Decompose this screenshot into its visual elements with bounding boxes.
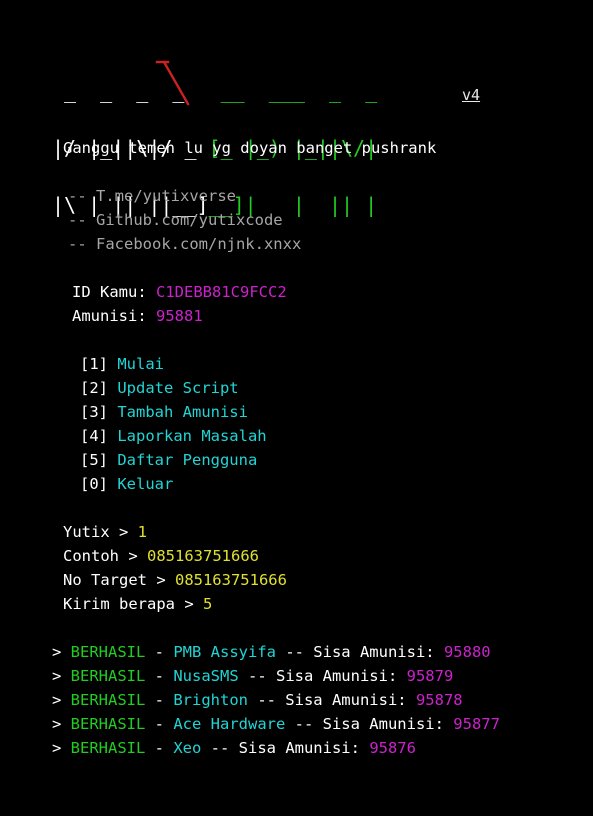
menu-item-key: [4] bbox=[80, 427, 118, 445]
banner-row-1-green: __ ___ _ _ bbox=[208, 79, 390, 103]
menu-item-key: [3] bbox=[80, 403, 118, 421]
result-bullet: > bbox=[52, 715, 71, 733]
ammo-label: Amunisi: bbox=[72, 307, 156, 325]
user-info-block: ID Kamu: C1DEBB81C9FCC2 Amunisi: 95881 bbox=[72, 280, 287, 328]
result-suffix: -- Sisa Amunisi: bbox=[201, 739, 370, 757]
result-row: > BERHASIL - Brighton -- Sisa Amunisi: 9… bbox=[52, 688, 500, 712]
result-remaining-ammo: 95877 bbox=[453, 715, 500, 733]
ammo-row: Amunisi: 95881 bbox=[72, 304, 287, 328]
result-row: > BERHASIL - NusaSMS -- Sisa Amunisi: 95… bbox=[52, 664, 500, 688]
menu-item-key: [5] bbox=[80, 451, 118, 469]
menu-item-keluar[interactable]: [0] Keluar bbox=[80, 472, 267, 496]
link-telegram[interactable]: -- T.me/yutixverse bbox=[68, 184, 301, 208]
result-service-name: NusaSMS bbox=[173, 667, 239, 685]
menu-item-label: Daftar Pengguna bbox=[117, 451, 258, 469]
result-suffix: -- Sisa Amunisi: bbox=[275, 643, 444, 661]
user-id-row: ID Kamu: C1DEBB81C9FCC2 bbox=[72, 280, 287, 304]
results-log: > BERHASIL - PMB Assyifa -- Sisa Amunisi… bbox=[52, 640, 500, 760]
prompt-label: Kirim berapa > bbox=[63, 595, 203, 613]
result-bullet: > bbox=[52, 643, 71, 661]
link-facebook[interactable]: -- Facebook.com/njnk.xnxx bbox=[68, 232, 301, 256]
menu-item-daftar-pengguna[interactable]: [5] Daftar Pengguna bbox=[80, 448, 267, 472]
prompt-value[interactable]: 5 bbox=[203, 595, 212, 613]
result-remaining-ammo: 95876 bbox=[369, 739, 416, 757]
result-separator: - bbox=[145, 667, 174, 685]
menu-item-key: [1] bbox=[80, 355, 118, 373]
prompt-kirim-berapa[interactable]: Kirim berapa > 5 bbox=[63, 592, 287, 616]
result-status: BERHASIL bbox=[70, 739, 146, 757]
terminal-screen: _ _ _ _ __ ___ _ _ |/ |_||\|/ _ [_ |_) |… bbox=[0, 0, 593, 816]
result-suffix: -- Sisa Amunisi: bbox=[238, 667, 407, 685]
main-menu: [1] Mulai [2] Update Script [3] Tambah A… bbox=[80, 352, 267, 496]
link-github[interactable]: -- Github.com/yutixcode bbox=[68, 208, 301, 232]
link-url[interactable]: Facebook.com/njnk.xnxx bbox=[96, 235, 301, 253]
user-id-label: ID Kamu: bbox=[72, 283, 156, 301]
banner-row-1: _ _ _ _ __ ___ _ _ bbox=[52, 79, 390, 103]
result-service-name: Xeo bbox=[173, 739, 202, 757]
result-service-name: Ace Hardware bbox=[173, 715, 286, 733]
tagline: Ganggu temen lu yg doyan banget pushrank bbox=[63, 139, 437, 157]
prompt-label: Yutix > bbox=[63, 523, 138, 541]
link-dash: -- bbox=[68, 211, 96, 229]
prompt-no-target[interactable]: No Target > 085163751666 bbox=[63, 568, 287, 592]
menu-item-label: Laporkan Masalah bbox=[117, 427, 267, 445]
result-bullet: > bbox=[52, 739, 71, 757]
result-bullet: > bbox=[52, 667, 71, 685]
menu-item-mulai[interactable]: [1] Mulai bbox=[80, 352, 267, 376]
prompt-value[interactable]: 085163751666 bbox=[175, 571, 287, 589]
result-separator: - bbox=[145, 643, 174, 661]
menu-item-label: Update Script bbox=[117, 379, 239, 397]
result-row: > BERHASIL - Xeo -- Sisa Amunisi: 95876 bbox=[52, 736, 500, 760]
prompt-menu-choice[interactable]: Yutix > 1 bbox=[63, 520, 287, 544]
result-service-name: PMB Assyifa bbox=[173, 643, 276, 661]
menu-item-label: Mulai bbox=[117, 355, 164, 373]
result-status: BERHASIL bbox=[70, 643, 146, 661]
result-status: BERHASIL bbox=[70, 667, 146, 685]
menu-item-key: [2] bbox=[80, 379, 118, 397]
menu-item-label: Keluar bbox=[117, 475, 174, 493]
user-id-value: C1DEBB81C9FCC2 bbox=[156, 283, 287, 301]
ammo-value: 95881 bbox=[156, 307, 203, 325]
result-service-name: Brighton bbox=[173, 691, 248, 709]
result-row: > BERHASIL - PMB Assyifa -- Sisa Amunisi… bbox=[52, 640, 500, 664]
menu-item-key: [0] bbox=[80, 475, 118, 493]
prompt-block: Yutix > 1 Contoh > 085163751666 No Targe… bbox=[63, 520, 287, 616]
banner-row-1-white: _ _ _ _ bbox=[52, 79, 209, 103]
result-separator: - bbox=[145, 691, 174, 709]
prompt-label: No Target > bbox=[63, 571, 175, 589]
result-row: > BERHASIL - Ace Hardware -- Sisa Amunis… bbox=[52, 712, 500, 736]
result-remaining-ammo: 95880 bbox=[443, 643, 491, 661]
result-status: BERHASIL bbox=[70, 691, 146, 709]
link-url[interactable]: Github.com/yutixcode bbox=[96, 211, 283, 229]
menu-item-label: Tambah Amunisi bbox=[117, 403, 248, 421]
result-separator: - bbox=[145, 739, 174, 757]
result-suffix: -- Sisa Amunisi: bbox=[247, 691, 416, 709]
prompt-value[interactable]: 1 bbox=[138, 523, 147, 541]
menu-item-laporkan-masalah[interactable]: [4] Laporkan Masalah bbox=[80, 424, 267, 448]
link-dash: -- bbox=[68, 187, 96, 205]
link-url[interactable]: T.me/yutixverse bbox=[96, 187, 236, 205]
menu-item-update-script[interactable]: [2] Update Script bbox=[80, 376, 267, 400]
menu-item-tambah-amunisi[interactable]: [3] Tambah Amunisi bbox=[80, 400, 267, 424]
result-status: BERHASIL bbox=[70, 715, 146, 733]
result-remaining-ammo: 95878 bbox=[415, 691, 463, 709]
link-dash: -- bbox=[68, 235, 96, 253]
result-suffix: -- Sisa Amunisi: bbox=[285, 715, 454, 733]
prompt-label: Contoh > bbox=[63, 547, 147, 565]
version-label: v4 bbox=[462, 86, 481, 104]
result-bullet: > bbox=[52, 691, 71, 709]
result-separator: - bbox=[145, 715, 174, 733]
links-block: -- T.me/yutixverse -- Github.com/yutixco… bbox=[68, 184, 301, 256]
prompt-contoh[interactable]: Contoh > 085163751666 bbox=[63, 544, 287, 568]
prompt-value[interactable]: 085163751666 bbox=[147, 547, 259, 565]
result-remaining-ammo: 95879 bbox=[406, 667, 454, 685]
